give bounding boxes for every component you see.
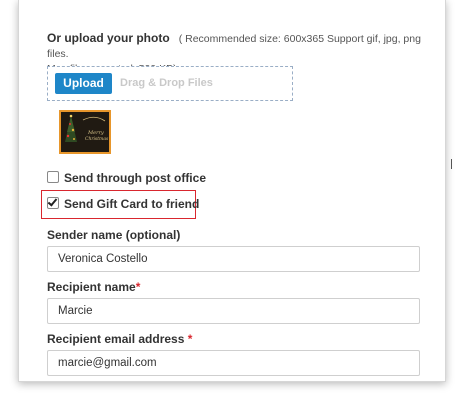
required-mark: * xyxy=(135,280,141,294)
gift-card-label: Send Gift Card to friend xyxy=(64,197,200,211)
thumb-text-merry: Merry xyxy=(87,130,104,136)
sender-name-input[interactable]: Veronica Costello xyxy=(47,246,420,272)
recipient-name-input[interactable]: Marcie xyxy=(47,298,420,324)
post-office-label: Send through post office xyxy=(64,171,206,185)
gift-card-checkbox[interactable] xyxy=(47,197,59,209)
recipient-email-label: Recipient email address * xyxy=(47,332,192,346)
required-mark: * xyxy=(187,332,193,346)
recipient-name-label-text: Recipient name xyxy=(47,280,136,294)
upload-title: Or upload your photo xyxy=(47,31,170,45)
sender-name-label: Sender name (optional) xyxy=(47,228,181,242)
recipient-email-label-text: Recipient email address xyxy=(47,332,185,346)
thumb-text-christmas: Christmas xyxy=(85,136,109,142)
scrollbar-tick xyxy=(451,159,452,169)
recipient-email-input[interactable]: marcie@gmail.com xyxy=(47,350,420,376)
gift-card-option[interactable]: Send Gift Card to friend xyxy=(47,196,199,212)
recipient-name-label: Recipient name* xyxy=(47,280,140,294)
file-drop-zone[interactable]: Upload Drag & Drop Files xyxy=(47,66,293,101)
christmas-card-image: Merry Christmas xyxy=(61,112,109,152)
upload-button[interactable]: Upload xyxy=(55,73,112,94)
drag-drop-label: Drag & Drop Files xyxy=(120,77,213,89)
uploaded-photo-thumbnail[interactable]: Merry Christmas xyxy=(59,110,111,154)
post-office-checkbox[interactable] xyxy=(47,171,59,183)
post-office-option[interactable]: Send through post office xyxy=(47,170,206,186)
